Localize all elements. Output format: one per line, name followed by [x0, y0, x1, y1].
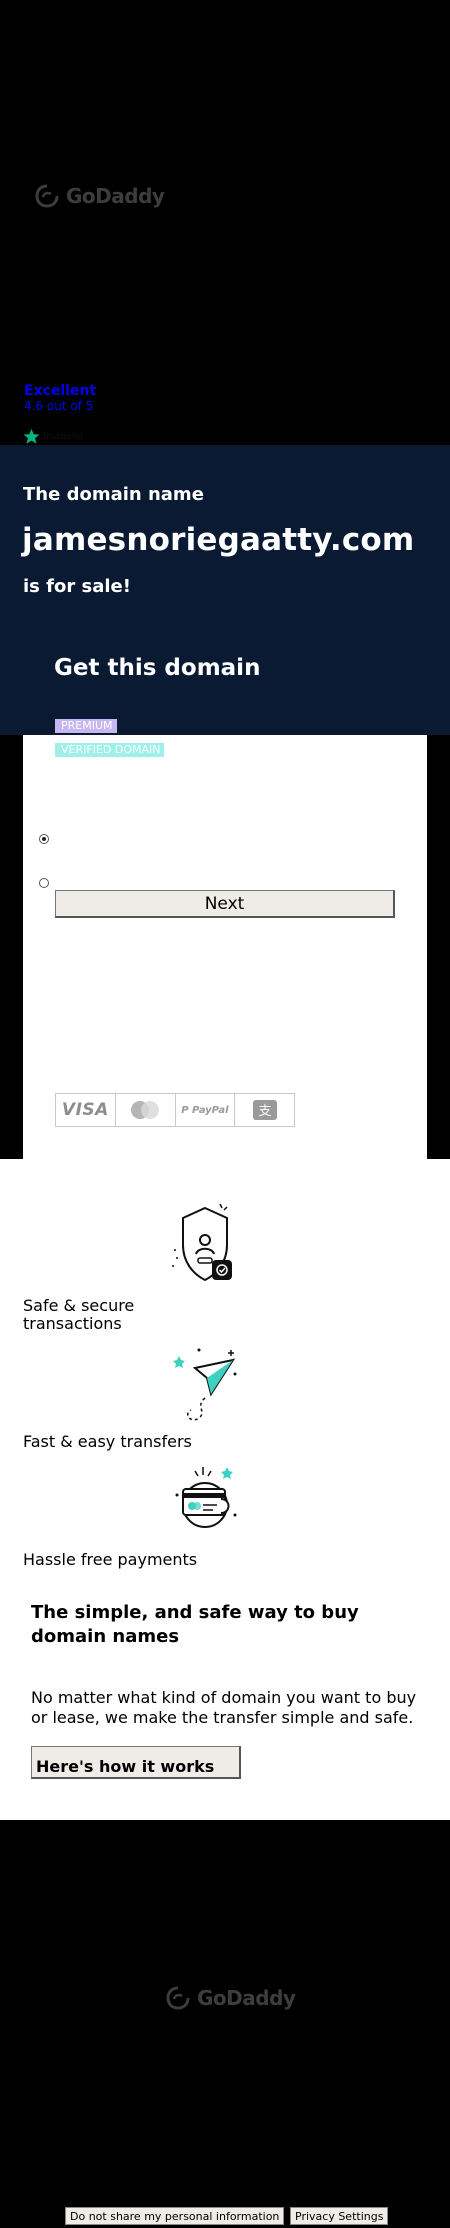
footer-godaddy-logo[interactable]: GoDaddy: [165, 1983, 296, 2013]
paypal-icon: P PayPal: [181, 1104, 229, 1116]
trustpilot-brand: Trustpilot: [42, 431, 84, 442]
payment-methods: VISA P PayPal 支: [55, 1093, 295, 1127]
how-it-works-button[interactable]: Here's how it works: [31, 1746, 241, 1779]
paypal-card: P PayPal: [176, 1094, 236, 1126]
godaddy-logo-icon: [35, 184, 59, 208]
lease-option-radio[interactable]: [39, 878, 49, 888]
trustpilot-rating-label[interactable]: Excellent: [24, 383, 96, 399]
alipay-card: 支: [235, 1094, 294, 1126]
paper-plane-icon: [173, 1348, 237, 1421]
feature-label: Hassle free payments: [23, 1550, 198, 1569]
trustpilot-score[interactable]: 4.6 out of 5: [24, 399, 93, 413]
hero-post-text: is for sale!: [23, 576, 131, 597]
premium-badge: PREMIUM: [55, 719, 117, 733]
logo-text: GoDaddy: [197, 1986, 296, 2010]
do-not-share-button[interactable]: Do not share my personal information: [65, 2207, 285, 2225]
section-text: No matter what kind of domain you want t…: [31, 1688, 417, 1727]
verified-domain-badge: VERIFIED DOMAIN: [55, 743, 165, 757]
feature-label: Fast & easy transfers: [23, 1432, 192, 1451]
svg-text:支: 支: [258, 1104, 271, 1119]
hand-card-icon: [175, 1467, 237, 1528]
feature-label: Safe & secure transactions: [23, 1296, 135, 1333]
buy-option-radio[interactable]: [39, 834, 49, 844]
section-title: The simple, and safe way to buy domain n…: [31, 1602, 359, 1647]
godaddy-logo[interactable]: GoDaddy: [34, 181, 165, 211]
alipay-icon: 支: [252, 1100, 277, 1120]
privacy-settings-button[interactable]: Privacy Settings: [290, 2207, 389, 2225]
shield-user-icon: [172, 1203, 232, 1282]
godaddy-logo-icon: [166, 1986, 190, 2010]
visa-icon: VISA: [61, 1100, 109, 1120]
hero-pre-text: The domain name: [23, 484, 204, 505]
visa-card: VISA: [56, 1094, 116, 1126]
mastercard-card: [116, 1094, 176, 1126]
get-domain-title: Get this domain: [54, 655, 261, 681]
domain-name: jamesnoriegaatty.com: [22, 522, 415, 558]
next-button[interactable]: Next: [55, 890, 395, 918]
logo-text: GoDaddy: [66, 184, 165, 208]
mastercard-icon: [131, 1101, 160, 1119]
star-icon: [23, 428, 40, 444]
trustpilot-logo[interactable]: Trustpilot: [23, 428, 84, 445]
